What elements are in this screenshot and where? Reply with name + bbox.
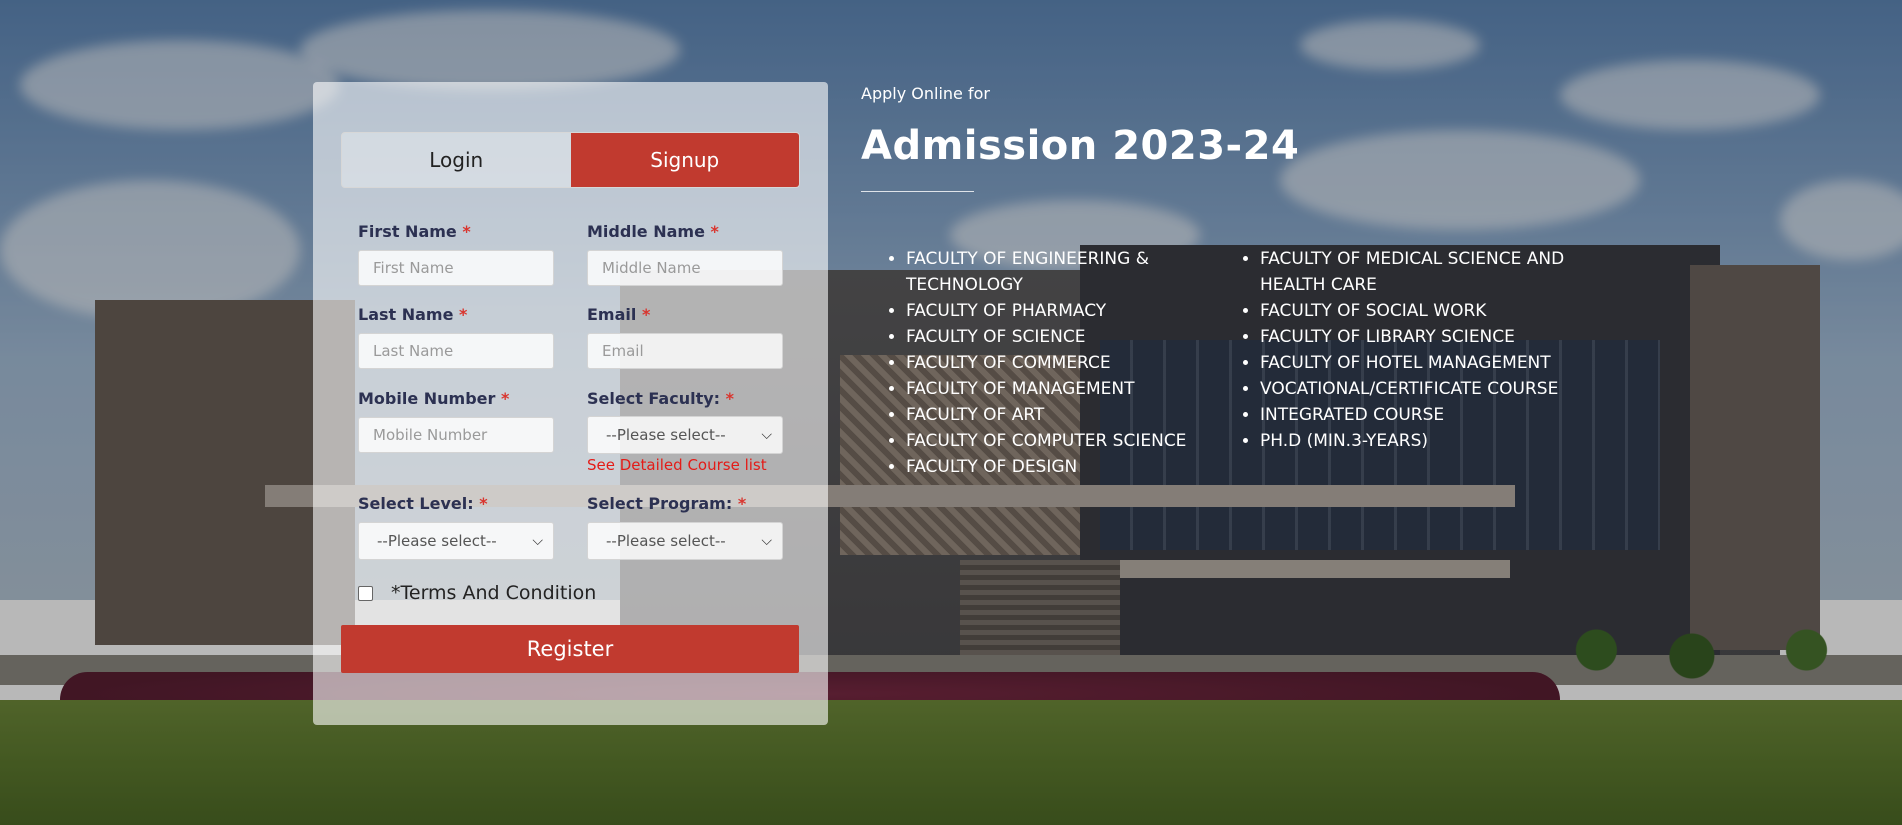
- chevron-down-icon: ⌵: [761, 427, 772, 443]
- list-item: FACULTY OF SCIENCE: [906, 324, 1216, 350]
- list-item: FACULTY OF PHARMACY: [906, 298, 1216, 324]
- required-marker: *: [479, 494, 488, 513]
- list-item: PH.D (MIN.3-YEARS): [1260, 428, 1605, 454]
- required-marker: *: [725, 389, 734, 408]
- tab-login[interactable]: Login: [342, 133, 571, 187]
- level-select-value: --Please select--: [377, 532, 497, 550]
- chevron-down-icon: ⌵: [761, 533, 772, 549]
- faculty-list-left: FACULTY OF ENGINEERING & TECHNOLOGY FACU…: [861, 246, 1216, 480]
- registration-card: Login Signup First Name * Middle Name * …: [313, 82, 828, 725]
- middle-name-input[interactable]: [587, 250, 783, 286]
- list-item: INTEGRATED COURSE: [1260, 402, 1605, 428]
- email-input[interactable]: [587, 333, 783, 369]
- last-name-input[interactable]: [358, 333, 554, 369]
- list-item: FACULTY OF ART: [906, 402, 1216, 428]
- program-label-text: Select Program:: [587, 494, 733, 513]
- email-label: Email *: [587, 305, 650, 324]
- required-marker: *: [462, 222, 471, 241]
- tab-signup[interactable]: Signup: [570, 133, 799, 187]
- list-item: FACULTY OF ENGINEERING & TECHNOLOGY: [906, 246, 1216, 298]
- required-marker: *: [500, 389, 510, 408]
- program-select-value: --Please select--: [606, 532, 726, 550]
- level-select[interactable]: --Please select-- ⌵: [358, 522, 554, 560]
- faculty-label: Select Faculty: *: [587, 389, 734, 408]
- first-name-label-text: First Name: [358, 222, 457, 241]
- middle-name-label: Middle Name *: [587, 222, 719, 241]
- faculty-label-text: Select Faculty:: [587, 389, 721, 408]
- chevron-down-icon: ⌵: [532, 533, 543, 549]
- terms-label[interactable]: *Terms And Condition: [391, 582, 596, 604]
- first-name-input[interactable]: [358, 250, 554, 286]
- required-marker: *: [737, 494, 747, 513]
- list-item: FACULTY OF HOTEL MANAGEMENT: [1260, 350, 1605, 376]
- program-label: Select Program: *: [587, 494, 746, 513]
- apply-online-label: Apply Online for: [861, 84, 990, 103]
- required-marker: *: [710, 222, 719, 241]
- list-item: VOCATIONAL/CERTIFICATE COURSE: [1260, 376, 1605, 402]
- register-button[interactable]: Register: [341, 625, 799, 673]
- terms-row: *Terms And Condition: [358, 582, 596, 604]
- mobile-number-label: Mobile Number *: [358, 389, 509, 408]
- email-label-text: Email: [587, 305, 637, 324]
- required-marker: *: [459, 305, 468, 324]
- mobile-number-input[interactable]: [358, 417, 554, 453]
- level-label-text: Select Level:: [358, 494, 474, 513]
- page-title: Admission 2023-24: [861, 123, 1300, 169]
- program-select[interactable]: --Please select-- ⌵: [587, 522, 783, 560]
- list-item: FACULTY OF LIBRARY SCIENCE: [1260, 324, 1605, 350]
- mobile-number-label-text: Mobile Number: [358, 389, 496, 408]
- list-item: FACULTY OF MEDICAL SCIENCE AND HEALTH CA…: [1260, 246, 1605, 298]
- level-label: Select Level: *: [358, 494, 488, 513]
- required-marker: *: [641, 305, 651, 324]
- list-item: FACULTY OF COMPUTER SCIENCE: [906, 428, 1216, 454]
- last-name-label-text: Last Name: [358, 305, 454, 324]
- title-divider: [861, 191, 974, 192]
- list-item: FACULTY OF SOCIAL WORK: [1260, 298, 1605, 324]
- faculty-select-value: --Please select--: [606, 426, 726, 444]
- first-name-label: First Name *: [358, 222, 471, 241]
- faculty-list-right: FACULTY OF MEDICAL SCIENCE AND HEALTH CA…: [1215, 246, 1605, 454]
- list-item: FACULTY OF MANAGEMENT: [906, 376, 1216, 402]
- middle-name-label-text: Middle Name: [587, 222, 705, 241]
- list-item: FACULTY OF COMMERCE: [906, 350, 1216, 376]
- admission-info: Apply Online for Admission 2023-24 FACUL…: [861, 84, 1621, 477]
- last-name-label: Last Name *: [358, 305, 467, 324]
- list-item: FACULTY OF DESIGN: [906, 454, 1216, 480]
- detailed-course-list-link[interactable]: See Detailed Course list: [587, 456, 767, 474]
- auth-tabs: Login Signup: [341, 132, 800, 188]
- terms-checkbox[interactable]: [358, 585, 373, 601]
- faculty-select[interactable]: --Please select-- ⌵: [587, 416, 783, 454]
